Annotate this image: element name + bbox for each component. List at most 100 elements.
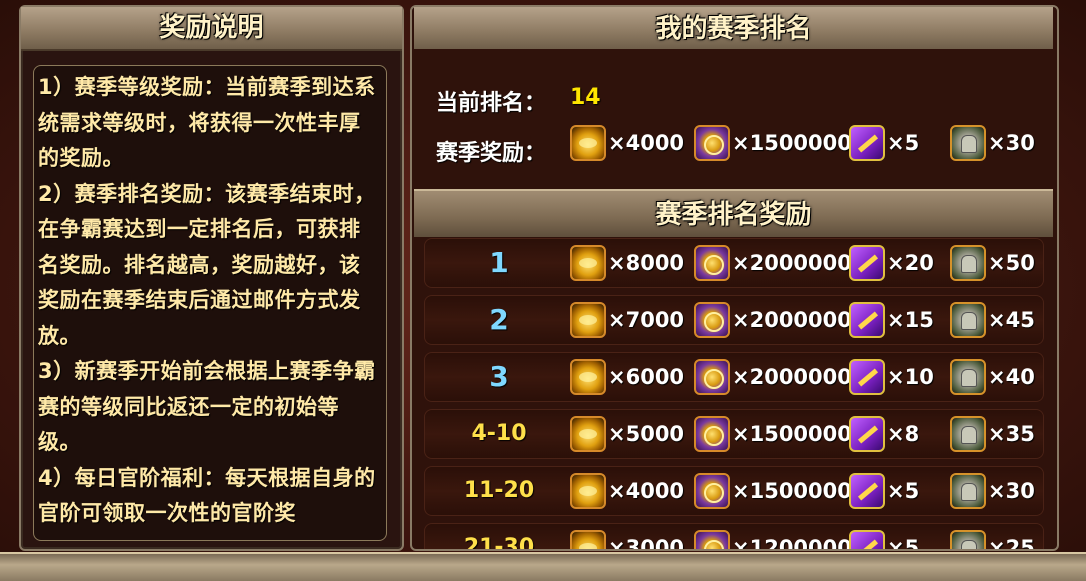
- reward-item: ×4000: [570, 471, 684, 511]
- reward-qty: ×1500000: [732, 131, 852, 155]
- current-rank-label: 当前排名：: [436, 91, 547, 116]
- reward-qty: ×1500000: [732, 422, 852, 446]
- reward-item: ×5000: [570, 414, 684, 454]
- reward-item: ×50: [950, 243, 1035, 283]
- my-rank-header: 我的赛季排名: [414, 7, 1053, 49]
- rank-label: 2: [489, 303, 509, 336]
- reward-item: ×5: [849, 123, 919, 163]
- description-paragraph: 1）赛季等级奖励：当前赛季到达系统需求等级时，将获得一次性丰厚的奖励。: [38, 75, 376, 170]
- rank-rewards-title: 赛季排名奖励: [655, 200, 812, 230]
- coin-icon[interactable]: [694, 302, 730, 338]
- reward-qty: ×50: [988, 251, 1035, 275]
- reward-item: ×10: [849, 357, 934, 397]
- reward-item: ×2000000: [694, 300, 852, 340]
- key-icon[interactable]: [849, 359, 885, 395]
- rank-label: 21-30: [463, 535, 535, 549]
- reward-item: ×8: [849, 414, 919, 454]
- helmet-icon[interactable]: [950, 416, 986, 452]
- current-rank-value: 14: [570, 85, 601, 110]
- rank-row-4-10: 4-10 ×5000 ×1500000 ×8 ×35: [424, 409, 1044, 459]
- description-text-box[interactable]: 1）赛季等级奖励：当前赛季到达系统需求等级时，将获得一次性丰厚的奖励。 2）赛季…: [33, 65, 387, 541]
- key-icon[interactable]: [849, 302, 885, 338]
- reward-item: ×5: [849, 471, 919, 511]
- ingot-icon[interactable]: [570, 473, 606, 509]
- rank-label: 1: [489, 246, 509, 279]
- season-reward-list: ×4000 ×1500000 ×5 ×30: [570, 123, 1050, 167]
- coin-icon[interactable]: [694, 416, 730, 452]
- rank-row-11-20: 11-20 ×4000 ×1500000 ×5 ×30: [424, 466, 1044, 516]
- reward-item: ×20: [849, 243, 934, 283]
- helmet-icon[interactable]: [950, 302, 986, 338]
- reward-item: ×7000: [570, 300, 684, 340]
- reward-qty: ×1500000: [732, 479, 852, 503]
- helmet-icon[interactable]: [950, 473, 986, 509]
- reward-item: ×5: [849, 528, 919, 549]
- reward-qty: ×45: [988, 308, 1035, 332]
- season-rank-panel: 我的赛季排名 当前排名： 14 赛季奖励： ×4000 ×1500000 ×5 …: [410, 5, 1059, 551]
- ingot-icon[interactable]: [570, 416, 606, 452]
- rank-row-21-30: 21-30 ×3000 ×1200000 ×5 ×25: [424, 523, 1044, 549]
- rank-rewards-list[interactable]: 1 ×8000 ×2000000 ×20 ×50 2 ×7000 ×200000…: [424, 238, 1044, 549]
- coin-icon[interactable]: [694, 245, 730, 281]
- reward-qty: ×4000: [608, 479, 685, 503]
- reward-item: ×45: [950, 300, 1035, 340]
- ingot-icon[interactable]: [570, 125, 606, 161]
- reward-qty: ×5: [887, 479, 920, 503]
- reward-qty: ×6000: [608, 365, 685, 389]
- reward-item: ×4000: [570, 123, 684, 163]
- panel-header: 奖励说明: [21, 7, 402, 51]
- reward-item: ×3000: [570, 528, 684, 549]
- helmet-icon[interactable]: [950, 245, 986, 281]
- helmet-icon[interactable]: [950, 125, 986, 161]
- reward-item: ×35: [950, 414, 1035, 454]
- reward-item: ×25: [950, 528, 1035, 549]
- helmet-icon[interactable]: [950, 359, 986, 395]
- coin-icon[interactable]: [694, 125, 730, 161]
- reward-qty: ×5: [887, 536, 920, 549]
- ingot-icon[interactable]: [570, 530, 606, 549]
- description-paragraph: 3）新赛季开始前会根据上赛季争霸赛的等级同比返还一定的初始等级。: [38, 359, 376, 454]
- ingot-icon[interactable]: [570, 245, 606, 281]
- reward-qty: ×2000000: [732, 365, 852, 389]
- season-reward-label: 赛季奖励：: [436, 141, 547, 166]
- key-icon[interactable]: [849, 125, 885, 161]
- reward-qty: ×1200000: [732, 536, 852, 549]
- reward-qty: ×2000000: [732, 308, 852, 332]
- reward-qty: ×8: [887, 422, 920, 446]
- key-icon[interactable]: [849, 530, 885, 549]
- reward-item: ×40: [950, 357, 1035, 397]
- reward-qty: ×3000: [608, 536, 685, 549]
- description-paragraph: 4）每日官阶福利：每天根据自身的官阶可领取一次性的官阶奖: [38, 465, 376, 526]
- reward-qty: ×20: [887, 251, 934, 275]
- reward-item: ×30: [950, 471, 1035, 511]
- reward-qty: ×30: [988, 131, 1035, 155]
- reward-description-panel: 奖励说明 1）赛季等级奖励：当前赛季到达系统需求等级时，将获得一次性丰厚的奖励。…: [19, 5, 404, 551]
- reward-item: ×30: [950, 123, 1035, 163]
- reward-qty: ×35: [988, 422, 1035, 446]
- reward-qty: ×7000: [608, 308, 685, 332]
- coin-icon[interactable]: [694, 530, 730, 549]
- ingot-icon[interactable]: [570, 359, 606, 395]
- rank-rewards-header: 赛季排名奖励: [414, 189, 1053, 237]
- key-icon[interactable]: [849, 245, 885, 281]
- reward-item: ×15: [849, 300, 934, 340]
- reward-qty: ×15: [887, 308, 934, 332]
- coin-icon[interactable]: [694, 473, 730, 509]
- reward-qty: ×2000000: [732, 251, 852, 275]
- reward-item: ×1500000: [694, 414, 852, 454]
- reward-qty: ×30: [988, 479, 1035, 503]
- reward-item: ×1500000: [694, 123, 852, 163]
- rank-row-1: 1 ×8000 ×2000000 ×20 ×50: [424, 238, 1044, 288]
- key-icon[interactable]: [849, 416, 885, 452]
- helmet-icon[interactable]: [950, 530, 986, 549]
- reward-qty: ×25: [988, 536, 1035, 549]
- rank-row-2: 2 ×7000 ×2000000 ×15 ×45: [424, 295, 1044, 345]
- my-rank-title: 我的赛季排名: [655, 14, 812, 44]
- bottom-frame: [0, 552, 1086, 581]
- key-icon[interactable]: [849, 473, 885, 509]
- reward-qty: ×5: [887, 131, 920, 155]
- ingot-icon[interactable]: [570, 302, 606, 338]
- rank-label: 11-20: [463, 478, 535, 503]
- panel-title: 奖励说明: [159, 13, 264, 43]
- coin-icon[interactable]: [694, 359, 730, 395]
